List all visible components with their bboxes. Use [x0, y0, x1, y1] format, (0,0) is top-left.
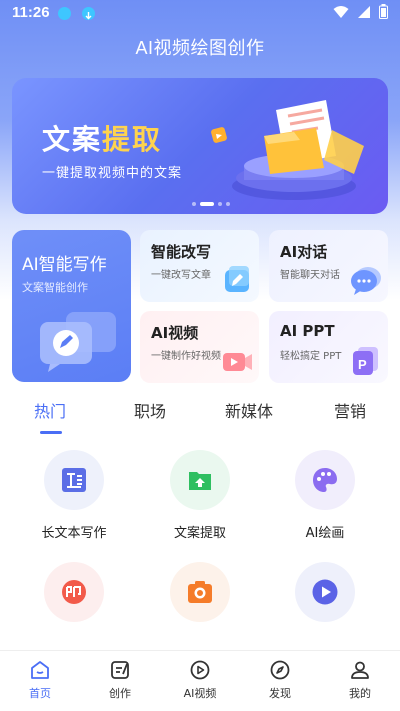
tool-icon-bg	[44, 562, 104, 622]
card-title: 智能改写	[151, 243, 212, 261]
download-icon	[82, 7, 95, 20]
tool-ai-painting[interactable]: AI绘画	[270, 450, 380, 541]
banner-subtitle: 一键提取视频中的文案	[42, 166, 183, 181]
signal-icon	[358, 5, 370, 18]
tool-long-text[interactable]: 长文本写作	[19, 450, 129, 541]
nav-label: 我的	[349, 687, 371, 700]
tool-icon-bg	[170, 450, 230, 510]
status-bar: 11:26	[0, 0, 400, 28]
nav-label: 首页	[29, 687, 51, 700]
card-title: AI对话	[280, 243, 328, 261]
ai-video-card[interactable]: AI视频 一键制作好视频	[140, 311, 259, 383]
nav-profile[interactable]: 我的	[328, 659, 392, 701]
tool-text-extract[interactable]: 文案提取	[145, 450, 255, 541]
pager-dot	[226, 202, 230, 206]
palette-icon	[313, 468, 337, 492]
edit-icon	[225, 266, 249, 292]
rewrite-card[interactable]: 智能改写 一键改写文章	[140, 230, 259, 302]
banner-title-highlight: 提取	[102, 123, 163, 156]
battery-icon	[379, 4, 388, 19]
long-text-icon	[62, 468, 86, 492]
ai-writing-card[interactable]: AI智能写作 文案智能创作	[12, 230, 131, 382]
tab-new-media[interactable]: 新媒体	[225, 398, 273, 422]
svg-text:P: P	[358, 357, 367, 372]
card-subtitle: 一键制作好视频	[151, 351, 221, 362]
banner-title: 文案提取	[42, 118, 162, 158]
compass-icon	[270, 660, 290, 680]
tool-icon-bg	[170, 562, 230, 622]
card-subtitle: 文案智能创作	[22, 281, 88, 294]
pager-dot-active	[200, 202, 214, 206]
card-title: AI视频	[151, 324, 199, 342]
camera-icon	[188, 581, 212, 603]
tool-icon-bg	[295, 562, 355, 622]
chat-bubble-icon	[351, 267, 381, 295]
nav-discover[interactable]: 发现	[248, 659, 312, 701]
tool-icon-bg	[44, 450, 104, 510]
ai-ppt-card[interactable]: AI PPT 轻松搞定 PPT P	[269, 311, 388, 383]
pager-dot	[218, 202, 222, 206]
notification-icon	[58, 7, 71, 20]
edit-note-icon	[111, 661, 129, 679]
card-title: AI PPT	[280, 322, 335, 340]
tool-label: 文案提取	[173, 526, 226, 541]
play-icon	[312, 579, 338, 605]
card-subtitle: 智能聊天对话	[280, 270, 340, 281]
document-folder-illustration	[211, 100, 364, 200]
banner-title-part1: 文案	[42, 123, 103, 156]
nav-label: 发现	[269, 687, 291, 700]
pager-dot	[192, 202, 196, 206]
ai-chat-card[interactable]: AI对话 智能聊天对话	[269, 230, 388, 302]
home-icon	[31, 661, 49, 679]
nav-create[interactable]: 创作	[88, 659, 152, 701]
tool-seal[interactable]	[19, 562, 129, 622]
status-time: 11:26	[12, 4, 50, 21]
banner-pager	[192, 202, 230, 206]
tab-active-indicator	[40, 431, 62, 434]
tab-marketing[interactable]: 营销	[334, 398, 366, 422]
folder-upload-icon	[189, 472, 211, 490]
play-circle-icon	[190, 660, 210, 680]
tool-camera[interactable]	[145, 562, 255, 622]
seal-icon	[62, 580, 86, 604]
chat-pen-icon	[40, 312, 116, 372]
nav-label: AI视频	[183, 687, 217, 700]
nav-ai-video[interactable]: AI视频	[168, 659, 232, 701]
nav-home[interactable]: 首页	[8, 659, 72, 701]
bottom-navigation: 首页 创作 AI视频 发现 我的	[0, 650, 400, 711]
card-subtitle: 轻松搞定 PPT	[280, 351, 342, 362]
promo-banner[interactable]: 文案提取 一键提取视频中的文案	[12, 78, 388, 214]
video-camera-icon	[223, 353, 252, 371]
tool-label: 长文本写作	[41, 526, 107, 541]
card-subtitle: 一键改写文章	[151, 270, 211, 281]
tab-hot[interactable]: 热门	[34, 398, 66, 422]
user-icon	[351, 661, 369, 679]
card-title: AI智能写作	[22, 255, 107, 275]
nav-label: 创作	[109, 687, 131, 700]
tool-play[interactable]	[270, 562, 380, 622]
wifi-icon	[333, 5, 349, 18]
app-title: AI视频绘图创作	[135, 38, 265, 58]
category-tabs: 热门 职场 新媒体 营销	[0, 398, 400, 438]
tool-label: AI绘画	[305, 526, 345, 541]
tab-workplace[interactable]: 职场	[134, 398, 166, 422]
ppt-icon: P	[353, 347, 378, 375]
tool-icon-bg	[295, 450, 355, 510]
